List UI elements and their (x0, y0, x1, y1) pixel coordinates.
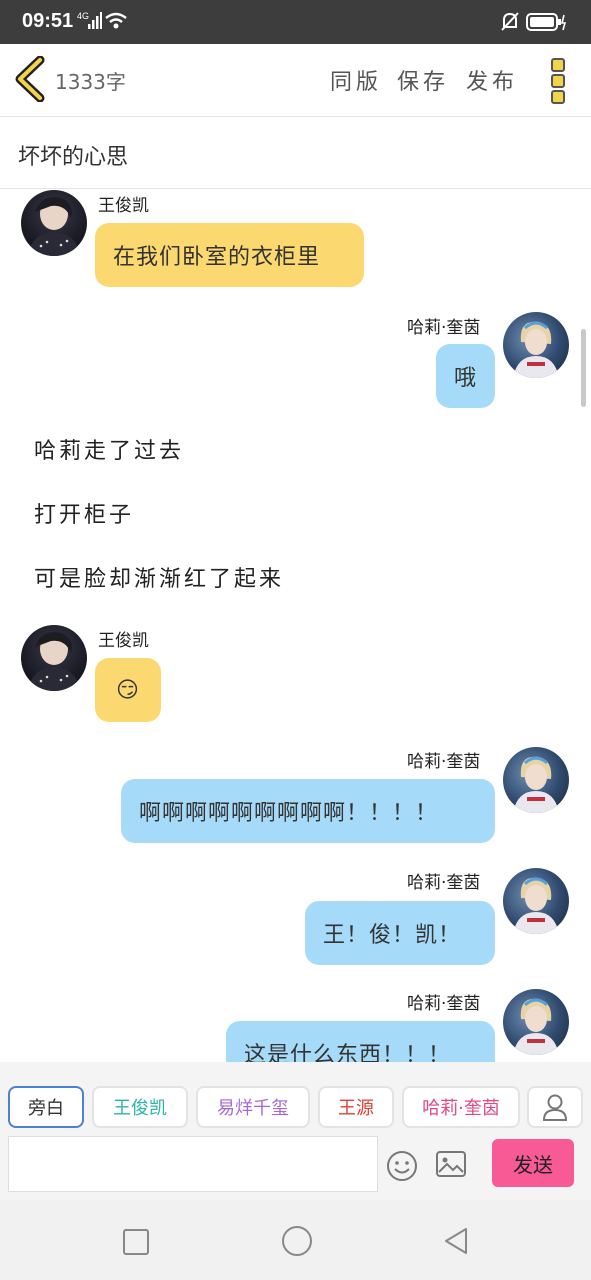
composer: 旁白 王俊凯 易烊千玺 王源 哈莉·奎茵 发送 (0, 1062, 591, 1200)
message-bubble[interactable]: 啊啊啊啊啊啊啊啊啊！！！！ (121, 779, 495, 843)
avatar-harley-quinn[interactable] (503, 868, 569, 934)
mute-bell-icon (501, 12, 519, 31)
message-bubble[interactable]: 哦 (436, 344, 495, 408)
system-nav-bar (0, 1200, 591, 1280)
character-chip-narrator[interactable]: 旁白 (8, 1086, 84, 1128)
clock: 09:51 (22, 10, 74, 32)
story-title: 坏坏的心思 (18, 145, 129, 170)
message-bubble[interactable]: 😏 (95, 658, 161, 722)
same-layout-button[interactable]: 同版 (330, 64, 382, 96)
publish-button[interactable]: 发布 (466, 64, 518, 96)
message-bubble[interactable]: 在我们卧室的衣柜里 (95, 223, 364, 287)
word-count: 1333字 (55, 70, 126, 94)
message-bubble[interactable]: 王！俊！凯！ (305, 901, 495, 965)
send-button[interactable]: 发送 (492, 1139, 574, 1187)
person-icon (542, 1094, 568, 1121)
avatar-harley-quinn[interactable] (503, 747, 569, 813)
speaker-name: 王俊凯 (98, 631, 149, 651)
avatar-wangjunkai[interactable] (21, 190, 87, 256)
save-button[interactable]: 保存 (397, 64, 449, 96)
avatar-harley-quinn[interactable] (503, 989, 569, 1055)
scrollbar[interactable] (581, 329, 586, 407)
character-chip-wangjunkai[interactable]: 王俊凯 (92, 1086, 188, 1128)
speaker-name: 哈莉·奎茵 (407, 994, 481, 1014)
avatar-harley-quinn[interactable] (503, 312, 569, 378)
chat-area[interactable]: 王俊凯 在我们卧室的衣柜里 哈莉·奎茵 哦 哈莉走了过去 打开柜子 可是脸却渐渐… (0, 189, 591, 1062)
editor-header: 1333字 同版 保存 发布 (0, 44, 591, 117)
message-bubble[interactable]: 这是什么东西！！！ (226, 1021, 495, 1062)
speaker-name: 王俊凯 (98, 196, 149, 216)
speaker-name: 哈莉·奎茵 (407, 318, 481, 338)
battery-icon (526, 13, 567, 31)
speaker-name: 哈莉·奎茵 (407, 752, 481, 772)
story-title-bar[interactable]: 坏坏的心思 (0, 117, 591, 189)
image-icon[interactable] (435, 1150, 467, 1178)
back-arrow-icon[interactable] (12, 56, 52, 102)
nav-back-icon[interactable] (443, 1227, 469, 1255)
signal-icon (88, 12, 102, 29)
narration-line[interactable]: 可是脸却渐渐红了起来 (34, 561, 284, 593)
home-icon[interactable] (282, 1226, 312, 1256)
emoji-icon[interactable] (386, 1150, 418, 1182)
narration-line[interactable]: 打开柜子 (34, 497, 134, 529)
avatar-wangjunkai[interactable] (21, 625, 87, 691)
character-chip-yiyangqianxi[interactable]: 易烊千玺 (196, 1086, 310, 1128)
more-menu-icon[interactable] (548, 56, 570, 104)
message-input[interactable] (8, 1136, 378, 1192)
speaker-name: 哈莉·奎茵 (407, 873, 481, 893)
narration-line[interactable]: 哈莉走了过去 (34, 433, 184, 465)
add-character-button[interactable] (527, 1086, 583, 1128)
character-chip-harley-quinn[interactable]: 哈莉·奎茵 (402, 1086, 520, 1128)
wifi-icon (105, 12, 127, 29)
recent-apps-icon[interactable] (123, 1229, 149, 1255)
character-chip-wangyuan[interactable]: 王源 (318, 1086, 394, 1128)
status-bar: 09:51 4G (0, 0, 591, 44)
